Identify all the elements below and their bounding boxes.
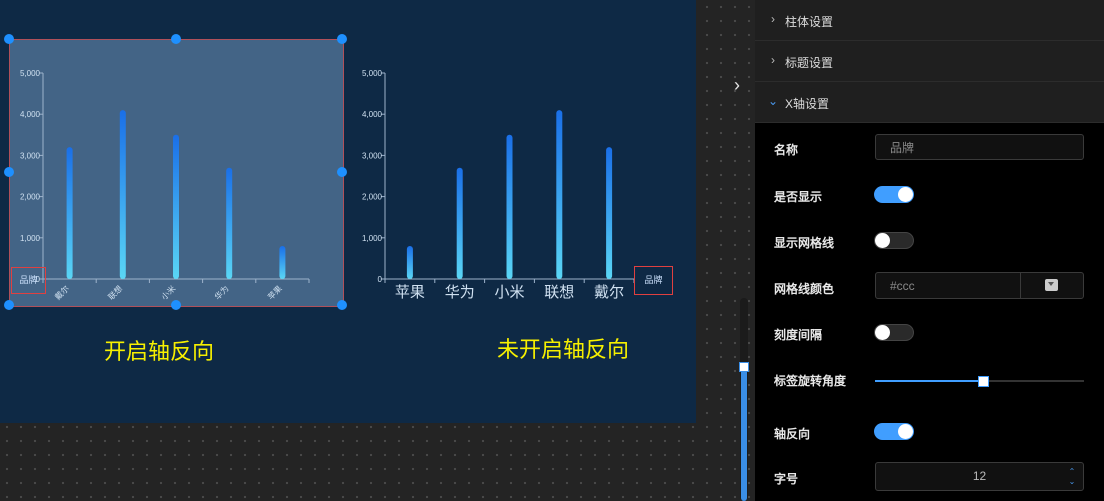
resize-handle-bottom-left[interactable] [4,300,14,310]
grid-color-label: 网格线颜色 [774,282,835,296]
show-label: 是否显示 [774,190,823,204]
font-size-label: 字号 [774,472,799,486]
section-bar-settings[interactable]: › 柱体设置 [755,0,1104,41]
grid-label: 显示网格线 [774,236,835,250]
vertical-scrollbar-handle[interactable] [739,362,749,372]
grid-color-picker[interactable]: #ccc [875,272,1084,299]
x-axis-name-right[interactable]: 品牌 [634,266,673,295]
axis-inverse-toggle[interactable] [874,423,914,440]
bar-华为[interactable] [456,167,463,279]
resize-handle-left[interactable] [4,167,14,177]
toggle-knob [875,325,890,340]
rotate-slider-fill [875,380,983,382]
resize-handle-bottom[interactable] [171,300,181,310]
y-tick-label: 0 [378,275,383,284]
axis-name-input[interactable]: 品牌 [875,134,1084,160]
resize-handle-top[interactable] [171,34,181,44]
section-bar-title: 柱体设置 [785,15,834,29]
resize-handle-top-left[interactable] [4,34,14,44]
rotate-label: 标签旋转角度 [774,374,847,388]
bar-联想[interactable] [556,110,563,279]
spin-down-icon[interactable]: ⌄ [1067,477,1077,487]
bar-小米[interactable] [506,134,513,279]
color-swatch-icon[interactable] [1045,279,1058,291]
y-tick-label: 3,000 [362,151,383,160]
chevron-down-icon: ⌄ [767,94,779,108]
resize-handle-right[interactable] [337,167,347,177]
y-tick-label: 1,000 [362,234,383,243]
inverse-label: 轴反向 [774,427,811,441]
vertical-scrollbar-thumb[interactable] [741,368,747,501]
section-title-title: 标题设置 [785,56,834,70]
x-category-label: 华为 [445,283,475,301]
section-title-settings[interactable]: › 标题设置 [755,41,1104,82]
section-xaxis-title: X轴设置 [785,97,830,111]
x-axis-name-right-text: 品牌 [644,275,663,285]
caption-inverse-on: 开启轴反向 [104,339,215,364]
design-canvas[interactable]: 0 1,000 2,000 3,000 4,000 5,000 戴尔 联想 小米 华为 苹果 品牌 … [0,0,696,423]
chevron-right-icon: › [734,75,740,95]
bar-戴尔[interactable] [606,147,613,279]
spin-up-icon[interactable]: ⌃ [1067,467,1077,477]
resize-handle-bottom-right[interactable] [337,300,347,310]
rotate-slider-thumb[interactable] [978,376,989,387]
bar-苹果[interactable] [406,246,413,279]
color-divider [1020,273,1021,298]
x-category-label: 苹果 [395,283,425,301]
tick-interval-label: 刻度间隔 [774,328,823,342]
y-tick-label: 2,000 [362,193,383,202]
chevron-right-icon: › [771,12,775,26]
toggle-knob [898,424,913,439]
resize-handle-top-right[interactable] [337,34,347,44]
chart-normal-svg: 0 1,000 2,000 3,000 4,000 5,000 苹果 华为 小米 联想 戴尔 [362,69,635,301]
font-size-value[interactable]: 12 [973,469,986,483]
y-tick-label: 5,000 [362,69,383,78]
panel-collapse-button[interactable]: › [728,74,746,96]
chart-axis-normal[interactable]: 0 1,000 2,000 3,000 4,000 5,000 苹果 华为 小米 联想 戴尔 [0,0,696,320]
chevron-right-icon: › [771,53,775,67]
properties-panel: › 柱体设置 › 标题设置 ⌄ X轴设置 名称 品牌 是否显示 显示网格线 网格… [755,0,1104,501]
name-label: 名称 [774,143,799,157]
grid-lines-toggle[interactable] [874,232,914,249]
toggle-knob [875,233,890,248]
section-xaxis-settings[interactable]: ⌄ X轴设置 [755,82,1104,123]
tick-interval-toggle[interactable] [874,324,914,341]
y-tick-label: 4,000 [362,110,383,119]
grid-color-value[interactable]: #ccc [890,279,915,293]
toggle-knob [898,187,913,202]
x-category-label: 戴尔 [594,283,624,301]
caption-inverse-off: 未开启轴反向 [497,337,630,362]
show-axis-toggle[interactable] [874,186,914,203]
font-size-input[interactable]: 12 ⌃ ⌄ [875,462,1084,491]
x-category-label: 联想 [544,283,574,301]
x-category-label: 小米 [494,283,524,301]
